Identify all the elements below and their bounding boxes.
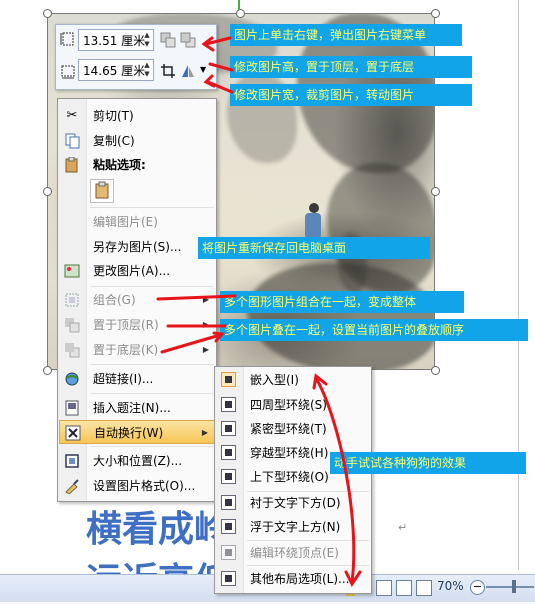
annotation-arrows	[156, 36, 362, 587]
arrowhead-3	[203, 74, 216, 88]
annotation-arrow-2	[208, 62, 234, 72]
annotation-group-line	[156, 294, 237, 301]
annotation-wrap-curve	[314, 376, 356, 584]
annotation-order-line-2	[160, 333, 222, 354]
